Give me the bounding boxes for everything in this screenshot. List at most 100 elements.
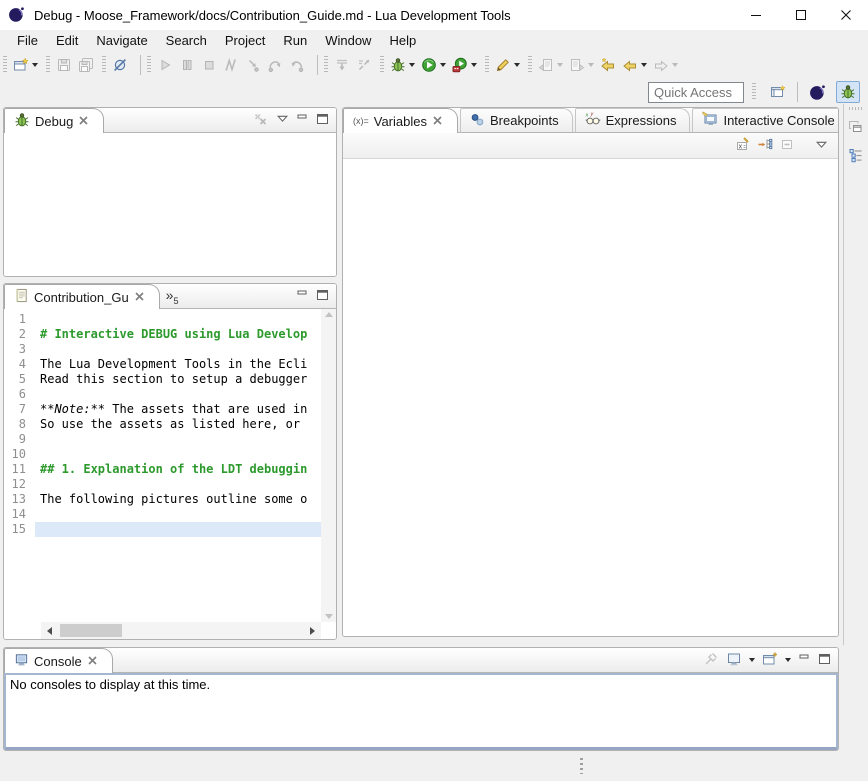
back-dropdown[interactable] <box>641 63 647 67</box>
toolbar-drag-handle[interactable] <box>324 56 328 74</box>
variables-view-content[interactable] <box>343 159 838 636</box>
pencil-tool-dropdown[interactable] <box>514 63 520 67</box>
open-perspective-button[interactable] <box>766 81 790 103</box>
remove-all-terminated-button[interactable] <box>253 111 269 130</box>
toolbar-drag-handle[interactable] <box>102 56 106 74</box>
tab-close-icon[interactable] <box>432 114 443 129</box>
window-minimize-button[interactable] <box>733 0 778 30</box>
lua-perspective-button[interactable] <box>805 81 829 103</box>
step-over-button[interactable] <box>264 54 286 76</box>
editor-line-10[interactable]: 10 <box>4 447 321 462</box>
editor-line-14[interactable]: 14 <box>4 507 321 522</box>
save-button[interactable] <box>53 54 75 76</box>
step-into-button[interactable] <box>242 54 264 76</box>
tab-console[interactable]: Console <box>4 648 113 673</box>
use-step-filters-button[interactable] <box>353 54 375 76</box>
editor-line-1[interactable]: 1 <box>4 312 321 327</box>
minimize-view-button[interactable] <box>296 113 309 128</box>
editor-line-15[interactable]: 15 <box>4 522 321 537</box>
maximize-view-button[interactable] <box>818 653 831 668</box>
editor-line-3[interactable]: 3 <box>4 342 321 357</box>
terminate-button[interactable] <box>198 54 220 76</box>
open-console-button[interactable] <box>762 651 778 670</box>
restore-view-button[interactable] <box>848 119 864 138</box>
debug-dropdown[interactable] <box>409 63 415 67</box>
maximize-view-button[interactable] <box>316 289 329 304</box>
toolbar-drag-handle[interactable] <box>46 56 50 74</box>
editor-line-7[interactable]: 7**Note:** The assets that are used in <box>4 402 321 417</box>
toolbar-drag-handle[interactable] <box>3 56 7 74</box>
disconnect-button[interactable] <box>220 54 242 76</box>
next-annotation-button[interactable] <box>566 54 597 76</box>
editor-overflow-chevron[interactable]: »5 <box>160 287 185 306</box>
forward-dropdown[interactable] <box>672 63 678 67</box>
scrollbar-track[interactable] <box>58 622 304 639</box>
display-selected-console-button[interactable] <box>726 651 742 670</box>
resume-button[interactable] <box>154 54 176 76</box>
editor-line-12[interactable]: 12 <box>4 477 321 492</box>
scroll-down-arrow[interactable] <box>325 614 333 619</box>
editor-horizontal-scrollbar[interactable] <box>41 622 321 639</box>
previous-annotation-dropdown[interactable] <box>557 63 563 67</box>
step-return-button[interactable] <box>286 54 308 76</box>
editor-line-8[interactable]: 8So use the assets as listed here, or <box>4 417 321 432</box>
skip-breakpoints-button[interactable] <box>109 54 131 76</box>
menu-item-window[interactable]: Window <box>316 31 380 50</box>
debug-button[interactable] <box>387 54 418 76</box>
toolbar-drag-handle[interactable] <box>752 83 756 101</box>
debug-perspective-button[interactable] <box>836 81 860 103</box>
trim-drag-handle[interactable] <box>849 107 863 110</box>
tab-breakpoints[interactable]: Breakpoints <box>460 108 573 132</box>
editor-line-9[interactable]: 9 <box>4 432 321 447</box>
window-maximize-button[interactable] <box>778 0 823 30</box>
toolbar-drag-handle[interactable] <box>147 56 151 74</box>
tab-variables[interactable]: (x)= Variables <box>343 108 458 133</box>
menu-item-edit[interactable]: Edit <box>47 31 87 50</box>
maximize-view-button[interactable] <box>316 113 329 128</box>
editor-line-11[interactable]: 11## 1. Explanation of the LDT debuggin <box>4 462 321 477</box>
tab-expressions[interactable]: xy Expressions <box>575 108 691 132</box>
toolbar-drag-handle[interactable] <box>485 56 489 74</box>
display-console-dropdown[interactable] <box>749 658 755 662</box>
outline-view-button[interactable] <box>848 147 864 166</box>
view-menu-button[interactable] <box>276 112 289 128</box>
menu-item-search[interactable]: Search <box>157 31 216 50</box>
run-external-button[interactable] <box>449 54 480 76</box>
editor-line-5[interactable]: 5Read this section to setup a debugger <box>4 372 321 387</box>
tab-contribution-guide[interactable]: Contribution_Gu <box>4 284 160 309</box>
run-external-dropdown[interactable] <box>471 63 477 67</box>
collapse-all-button[interactable] <box>779 136 795 155</box>
scroll-right-arrow[interactable] <box>304 622 321 639</box>
run-button[interactable] <box>418 54 449 76</box>
toolbar-drag-handle[interactable] <box>528 56 532 74</box>
toolbar-drag-handle[interactable] <box>380 56 384 74</box>
tab-close-icon[interactable] <box>78 114 89 129</box>
new-wizard-dropdown[interactable] <box>32 63 38 67</box>
scroll-up-arrow[interactable] <box>325 312 333 317</box>
menu-item-help[interactable]: Help <box>380 31 425 50</box>
show-type-names-button[interactable]: x <box>735 136 751 155</box>
editor-line-4[interactable]: 4The Lua Development Tools in the Ecli <box>4 357 321 372</box>
pencil-tool-button[interactable] <box>492 54 523 76</box>
run-dropdown[interactable] <box>440 63 446 67</box>
tab-close-icon[interactable] <box>134 290 145 305</box>
editor-line-13[interactable]: 13The following pictures outline some o <box>4 492 321 507</box>
minimize-view-button[interactable] <box>798 653 811 668</box>
tab-debug[interactable]: Debug <box>4 108 104 133</box>
tab-interactive-console[interactable]: Interactive Console <box>692 108 839 132</box>
menu-item-project[interactable]: Project <box>216 31 274 50</box>
editor-text-area[interactable]: 12# Interactive DEBUG using Lua Develop3… <box>4 309 321 622</box>
editor-vertical-scrollbar[interactable] <box>321 309 336 622</box>
last-edit-location-button[interactable] <box>597 54 619 76</box>
status-drag-handle[interactable] <box>580 758 583 774</box>
editor-line-2[interactable]: 2# Interactive DEBUG using Lua Develop <box>4 327 321 342</box>
forward-button[interactable] <box>650 54 681 76</box>
new-wizard-button[interactable] <box>10 54 41 76</box>
debug-view-content[interactable] <box>4 133 336 276</box>
menu-item-navigate[interactable]: Navigate <box>87 31 156 50</box>
next-annotation-dropdown[interactable] <box>588 63 594 67</box>
editor-line-6[interactable]: 6 <box>4 387 321 402</box>
open-console-dropdown[interactable] <box>785 658 791 662</box>
show-logical-structures-button[interactable] <box>757 136 773 155</box>
pin-console-button[interactable] <box>703 651 719 670</box>
